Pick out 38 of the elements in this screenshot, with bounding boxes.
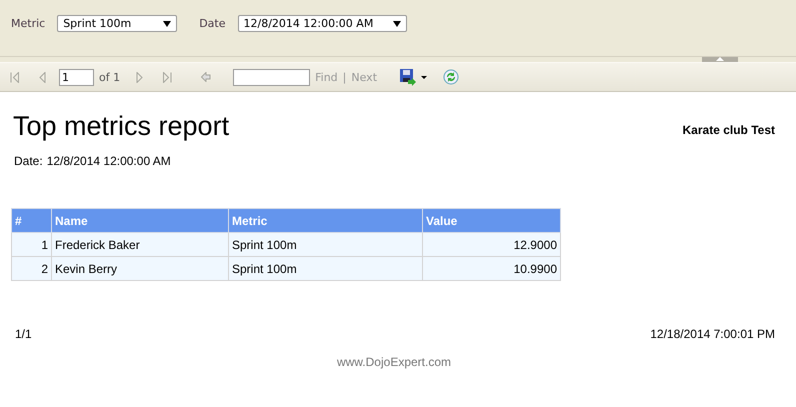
print-timestamp: 12/18/2014 7:00:01 PM xyxy=(650,327,775,341)
next-page-icon[interactable] xyxy=(136,72,144,82)
company-name: Karate club Test xyxy=(682,123,775,137)
collapse-handle[interactable] xyxy=(702,57,738,62)
report-title: Top metrics report xyxy=(13,110,230,142)
table-cell: 12.9000 xyxy=(422,232,560,256)
caret-icon xyxy=(392,20,400,26)
table-cell: 10.9900 xyxy=(422,256,560,280)
first-page-icon[interactable] xyxy=(10,72,20,82)
site-footer: www.DojoExpert.com xyxy=(13,355,775,369)
date-label: Date: xyxy=(14,154,43,168)
table-cell: Sprint 100m xyxy=(228,256,422,280)
table-cell: 1 xyxy=(12,232,52,256)
export-icon[interactable] xyxy=(400,68,418,86)
separator-text: | xyxy=(342,70,346,84)
last-page-icon[interactable] xyxy=(162,72,172,82)
caret-icon[interactable] xyxy=(421,76,428,78)
table-cell: Sprint 100m xyxy=(228,232,422,256)
caret-icon xyxy=(163,20,172,26)
parameter-dropdown[interactable]: Sprint 100m xyxy=(57,15,178,32)
parameter-dropdown[interactable]: 12/8/2014 12:00:00 AM xyxy=(238,15,406,32)
date-value: 12/8/2014 12:00:00 AM xyxy=(46,154,171,168)
refresh-icon[interactable] xyxy=(443,69,460,85)
table-cell: Kevin Berry xyxy=(52,256,228,280)
page-number: 1/1 xyxy=(15,327,32,341)
table-cell: 2 xyxy=(12,256,52,280)
page-count: of 1 xyxy=(99,70,120,84)
parameter-label: Metric xyxy=(11,17,46,30)
back-icon[interactable] xyxy=(201,72,212,82)
column-header: Metric xyxy=(228,208,422,232)
previous-page-icon[interactable] xyxy=(39,72,46,82)
find-field[interactable] xyxy=(233,68,310,86)
column-header: # xyxy=(12,208,52,232)
parameter-label: Date xyxy=(199,17,226,30)
page-number-field[interactable]: 1 xyxy=(59,68,94,86)
column-header: Value xyxy=(422,208,560,232)
column-header: Name xyxy=(52,208,228,232)
table-cell: Frederick Baker xyxy=(52,232,228,256)
